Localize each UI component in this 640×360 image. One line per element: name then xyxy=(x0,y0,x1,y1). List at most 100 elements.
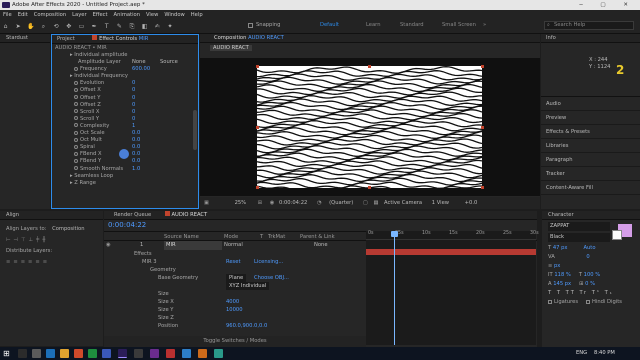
hindi-digits-checkbox[interactable] xyxy=(586,299,591,304)
selection-tool-icon[interactable]: ➤ xyxy=(14,22,23,31)
taskbar-app-icon[interactable] xyxy=(214,349,223,358)
effect-param-row[interactable]: FBend X 0.0 xyxy=(70,151,198,158)
layer-handle[interactable] xyxy=(481,65,484,68)
workspace-default[interactable]: Default xyxy=(320,22,339,28)
layer-parent[interactable]: None xyxy=(314,241,328,250)
taskbar-app-icon[interactable] xyxy=(88,349,97,358)
effect-param-row[interactable]: ▸ Z Range xyxy=(70,180,198,187)
timeline-timecode[interactable]: 0:00:04:22 xyxy=(108,221,146,229)
eraser-tool-icon[interactable]: ◧ xyxy=(140,22,149,31)
property-value[interactable]: Plane xyxy=(226,274,247,282)
layer-handle[interactable] xyxy=(256,126,259,129)
render-queue-tab[interactable]: Render Queue xyxy=(114,212,151,218)
pen-tool-icon[interactable]: ✒ xyxy=(90,22,99,31)
property-value[interactable]: XYZ Individual xyxy=(226,282,270,290)
effect-param-row[interactable]: Oct Mult 0.0 xyxy=(70,137,198,144)
workspace-overflow-icon[interactable]: » xyxy=(483,22,486,28)
align-tab[interactable]: Align xyxy=(0,211,103,220)
right-panel-item[interactable]: Paragraph xyxy=(541,153,640,167)
stroke-color-swatch[interactable] xyxy=(612,230,622,240)
property-value2[interactable]: Choose OBJ... xyxy=(254,274,289,282)
ligatures-row[interactable]: Ligatures Hindi Digits xyxy=(548,298,640,307)
leading-value[interactable]: Auto xyxy=(583,245,595,251)
workspace-learn[interactable]: Learn xyxy=(366,22,381,28)
effect-param-row[interactable]: Spiral 0.0 xyxy=(70,144,198,151)
effect-param-value[interactable]: 0.0 xyxy=(132,151,140,158)
right-panel-item[interactable]: Effects & Presets xyxy=(541,125,640,139)
distribute-buttons[interactable]: ≡≡≡≡≡≡ xyxy=(0,254,103,265)
workspace-standard[interactable]: Standard xyxy=(400,22,424,28)
tsume-value[interactable]: 0 % xyxy=(585,281,595,287)
layer-handle[interactable] xyxy=(481,186,484,189)
effect-param-row[interactable]: Frequency 600.00 xyxy=(70,66,198,73)
effect-param-row[interactable]: Offset Y 0 xyxy=(70,95,198,102)
property-value[interactable]: 4000 xyxy=(226,298,239,306)
snapshot-icon[interactable]: ◔ xyxy=(317,200,322,206)
visibility-icon[interactable]: ◉ xyxy=(106,241,111,250)
effect-param-value[interactable]: 600.00 xyxy=(132,66,150,73)
effect-param-row[interactable]: Complexity 1 xyxy=(70,123,198,130)
property-value[interactable]: 10000 xyxy=(226,306,243,314)
menu-effect[interactable]: Effect xyxy=(90,10,111,20)
effect-param-value[interactable]: 0.0 xyxy=(132,144,140,151)
align-buttons[interactable]: ⊢⊣⊤⊥╪╫ xyxy=(0,232,103,243)
type-tool-icon[interactable]: T xyxy=(102,22,111,31)
search-help-input[interactable]: ⌕ Search Help xyxy=(544,21,634,30)
composition-viewer[interactable] xyxy=(200,58,540,196)
playhead-handle[interactable] xyxy=(391,231,398,237)
right-panel-item[interactable]: Content-Aware Fill xyxy=(541,181,640,195)
grid-icon[interactable]: ⊞ xyxy=(258,200,262,206)
ligatures-checkbox[interactable] xyxy=(548,299,552,304)
effect-param-value[interactable]: 0 xyxy=(132,95,135,102)
taskbar-app-icon[interactable] xyxy=(102,349,111,358)
after-effects-taskbar-icon[interactable] xyxy=(118,349,127,358)
vertical-scale-value[interactable]: 118 % xyxy=(554,272,570,278)
pan-behind-icon[interactable]: ✥ xyxy=(64,22,73,31)
timeline-comp-tab[interactable]: AUDIO REACT xyxy=(171,212,207,218)
effect-param-row[interactable]: Offset Z 0 xyxy=(70,102,198,109)
text-style-buttons[interactable]: T T TT Tr T¹ T₁ xyxy=(548,289,640,298)
menu-help[interactable]: Help xyxy=(188,10,206,20)
menu-file[interactable]: File xyxy=(0,10,15,20)
effect-param-row[interactable]: ▸ Individual amplitude xyxy=(70,52,198,59)
effect-param-value[interactable]: 0.0 xyxy=(132,130,140,137)
language-indicator[interactable]: ENG xyxy=(576,350,587,356)
playhead[interactable] xyxy=(394,231,395,345)
menu-layer[interactable]: Layer xyxy=(69,10,89,20)
menu-window[interactable]: Window xyxy=(161,10,187,20)
taskbar-app-icon[interactable] xyxy=(18,349,27,358)
effect-scrollbar[interactable] xyxy=(193,110,197,150)
effect-param-row[interactable]: Oct Scale 0.0 xyxy=(70,130,198,137)
layer-handle[interactable] xyxy=(368,65,371,68)
toggle-switches-modes[interactable]: Toggle Switches / Modes xyxy=(104,336,366,347)
effect-param-value[interactable]: 0 xyxy=(132,80,135,87)
orbit-camera-icon[interactable]: ⟲ xyxy=(52,22,61,31)
property-value[interactable]: Reset xyxy=(226,258,241,266)
comp-subtab[interactable]: AUDIO REACT xyxy=(210,45,252,51)
zoom-tool-icon[interactable]: ⌕ xyxy=(39,22,48,31)
transparency-grid-icon[interactable]: ▦ xyxy=(373,200,378,206)
info-tab[interactable]: Info xyxy=(541,34,640,43)
right-panel-item[interactable]: Libraries xyxy=(541,139,640,153)
composition-tab-name[interactable]: AUDIO REACT xyxy=(248,35,284,41)
effect-param-value[interactable]: 0 xyxy=(132,87,135,94)
layer-handle[interactable] xyxy=(256,65,259,68)
layer-handle[interactable] xyxy=(368,186,371,189)
effect-param-row[interactable]: ▸ Individual Frequency xyxy=(70,73,198,80)
window-controls[interactable]: ─ ▢ ✕ xyxy=(579,0,636,10)
layer-handle[interactable] xyxy=(481,126,484,129)
effect-param-value[interactable]: 0 xyxy=(132,102,135,109)
layer-duration-bar[interactable] xyxy=(366,249,536,255)
exposure-value[interactable]: +0.0 xyxy=(465,200,478,206)
effect-param-value[interactable]: 0.0 xyxy=(132,158,140,165)
effect-param-row[interactable]: FBend Y 0.0 xyxy=(70,158,198,165)
menu-animation[interactable]: Animation xyxy=(111,10,143,20)
font-size-value[interactable]: 47 px xyxy=(553,245,568,251)
taskbar-app-icon[interactable] xyxy=(74,349,83,358)
scale-row[interactable]: IT 118 % T 100 % xyxy=(548,271,640,280)
home-icon[interactable]: ⌂ xyxy=(1,22,10,31)
baseline-row[interactable]: A 145 px ⊞ 0 % xyxy=(548,280,640,289)
taskbar-app-icon[interactable] xyxy=(182,349,191,358)
right-panel-item[interactable]: Tracker xyxy=(541,167,640,181)
zoom-dropdown[interactable]: 25% xyxy=(235,200,247,206)
